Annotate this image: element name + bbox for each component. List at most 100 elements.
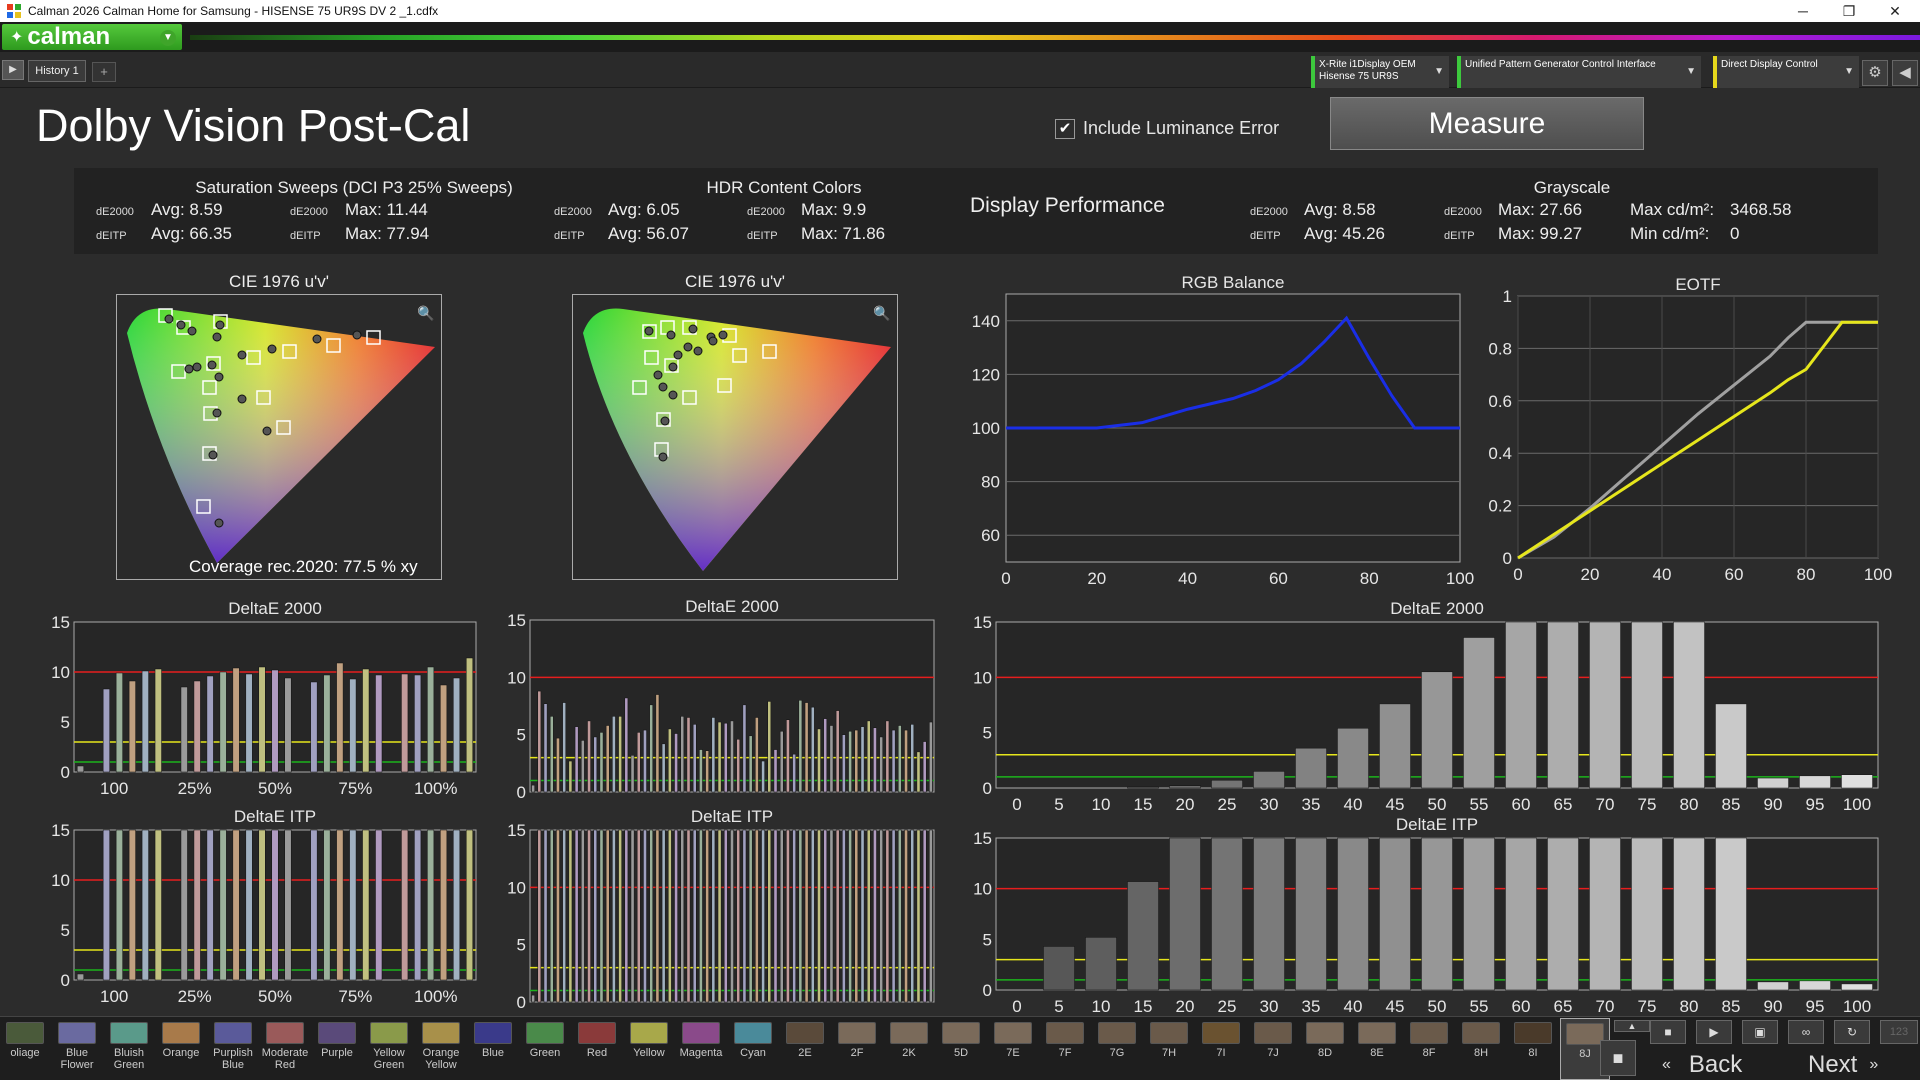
swatch-8i[interactable]: 8I	[1508, 1018, 1558, 1080]
bar	[258, 829, 266, 981]
swatch-7g[interactable]: 7G	[1092, 1018, 1142, 1080]
swatch-5d[interactable]: 5D	[936, 1018, 986, 1080]
swatch-green[interactable]: Green	[520, 1018, 570, 1080]
stop-icon[interactable]: ■	[1650, 1020, 1686, 1044]
x-tick-label: 95	[1806, 795, 1825, 814]
swatch-7i[interactable]: 7I	[1196, 1018, 1246, 1080]
bar	[723, 829, 728, 1003]
stop-button[interactable]: ■	[1600, 1040, 1636, 1076]
bar	[810, 706, 815, 793]
swatch-red[interactable]: Red	[572, 1018, 622, 1080]
bar	[1295, 747, 1327, 789]
bar	[605, 829, 610, 1003]
refresh-icon[interactable]: ↻	[1834, 1020, 1870, 1044]
loop-icon[interactable]: ∞	[1788, 1020, 1824, 1044]
swatch-chip	[1514, 1022, 1552, 1044]
swatch-7f[interactable]: 7F	[1040, 1018, 1090, 1080]
swatch-purple[interactable]: Purple	[312, 1018, 362, 1080]
swatch-8f[interactable]: 8F	[1404, 1018, 1454, 1080]
swatch-2f[interactable]: 2F	[832, 1018, 882, 1080]
x-tick-label: 60	[1269, 569, 1288, 588]
swatch-bluish-green[interactable]: Bluish Green	[104, 1018, 154, 1080]
bar	[549, 829, 554, 1003]
x-tick-label: 0	[1012, 795, 1021, 814]
bar	[427, 829, 435, 981]
swatch-label: 7J	[1267, 1047, 1279, 1059]
swatch-yellow[interactable]: Yellow	[624, 1018, 674, 1080]
bar	[599, 829, 604, 1003]
swatch-label: 2K	[902, 1047, 916, 1059]
bar	[742, 704, 747, 793]
bar	[1463, 637, 1495, 789]
chart-title: DeltaE 2000	[228, 599, 322, 618]
swatch-7j[interactable]: 7J	[1248, 1018, 1298, 1080]
bar	[1379, 703, 1411, 789]
bar	[1841, 774, 1873, 789]
bar	[599, 732, 604, 793]
bar	[624, 829, 629, 1003]
swatch-moderate-red[interactable]: Moderate Red	[260, 1018, 310, 1080]
y-tick-label: 1	[1503, 287, 1512, 306]
swatch-2e[interactable]: 2E	[780, 1018, 830, 1080]
y-tick-label: 5	[61, 921, 70, 940]
bar	[1169, 785, 1201, 789]
swatch-cyan[interactable]: Cyan	[728, 1018, 778, 1080]
play-icon[interactable]: ▶	[1696, 1020, 1732, 1044]
swatch-orange-yellow[interactable]: Orange Yellow	[416, 1018, 466, 1080]
bar	[245, 829, 253, 981]
save-icon[interactable]: ▣	[1742, 1020, 1778, 1044]
bar	[842, 734, 846, 793]
y-tick-label: 100	[972, 419, 1000, 438]
x-tick-label: 30	[1260, 997, 1279, 1016]
swatch-7e[interactable]: 7E	[988, 1018, 1038, 1080]
swatch-blue-flower[interactable]: Blue Flower	[52, 1018, 102, 1080]
y-tick-label: 120	[972, 365, 1000, 384]
swatch-8e[interactable]: 8E	[1352, 1018, 1402, 1080]
bar	[723, 722, 728, 793]
x-tick-label: 70	[1596, 997, 1615, 1016]
swatch-chip	[1098, 1022, 1136, 1044]
bar	[562, 702, 566, 793]
x-tick-label: 0	[1001, 569, 1010, 588]
y-tick-label: 15	[973, 829, 992, 848]
bar	[823, 829, 828, 1003]
swatch-chip	[734, 1022, 772, 1044]
swatch-purplish-blue[interactable]: Purplish Blue	[208, 1018, 258, 1080]
y-tick-label: 80	[981, 473, 1000, 492]
swatch-oliage[interactable]: oliage	[0, 1018, 50, 1080]
bar	[102, 688, 110, 773]
next-button[interactable]: Next »	[1808, 1050, 1878, 1080]
y-tick-label: 0	[983, 779, 992, 798]
y-tick-label: 10	[973, 880, 992, 899]
y-tick-label: 15	[51, 821, 70, 840]
swatch-label: Blue Flower	[60, 1047, 94, 1071]
bar	[605, 725, 610, 793]
swatch-8h[interactable]: 8H	[1456, 1018, 1506, 1080]
y-tick-label: 5	[983, 724, 992, 743]
swatch-label: Bluish Green	[113, 1047, 145, 1071]
bar	[904, 729, 908, 793]
bar	[258, 666, 266, 773]
y-tick-label: 0	[983, 981, 992, 1000]
y-tick-label: 10	[507, 878, 526, 897]
chart-title: DeltaE 2000	[1390, 599, 1484, 618]
swatch-magenta[interactable]: Magenta	[676, 1018, 726, 1080]
swatch-label: Orange	[162, 1047, 200, 1059]
x-tick-label: 50%	[258, 779, 292, 798]
swatch-2k[interactable]: 2K	[884, 1018, 934, 1080]
bar	[362, 829, 370, 981]
swatch-8d[interactable]: 8D	[1300, 1018, 1350, 1080]
bar	[1505, 837, 1537, 991]
chevron-up-icon[interactable]: ▲	[1614, 1020, 1650, 1032]
bar	[916, 829, 921, 1003]
swatch-orange[interactable]: Orange	[156, 1018, 206, 1080]
bar	[630, 755, 635, 793]
swatch-blue[interactable]: Blue	[468, 1018, 518, 1080]
swatch-7h[interactable]: 7H	[1144, 1018, 1194, 1080]
bar	[1127, 786, 1159, 789]
x-tick-label: 40	[1653, 565, 1672, 584]
back-button[interactable]: « Back	[1662, 1050, 1742, 1080]
swatch-yellow-green[interactable]: Yellow Green	[364, 1018, 414, 1080]
swatch-label: 8E	[1370, 1047, 1384, 1059]
bar	[401, 673, 409, 773]
